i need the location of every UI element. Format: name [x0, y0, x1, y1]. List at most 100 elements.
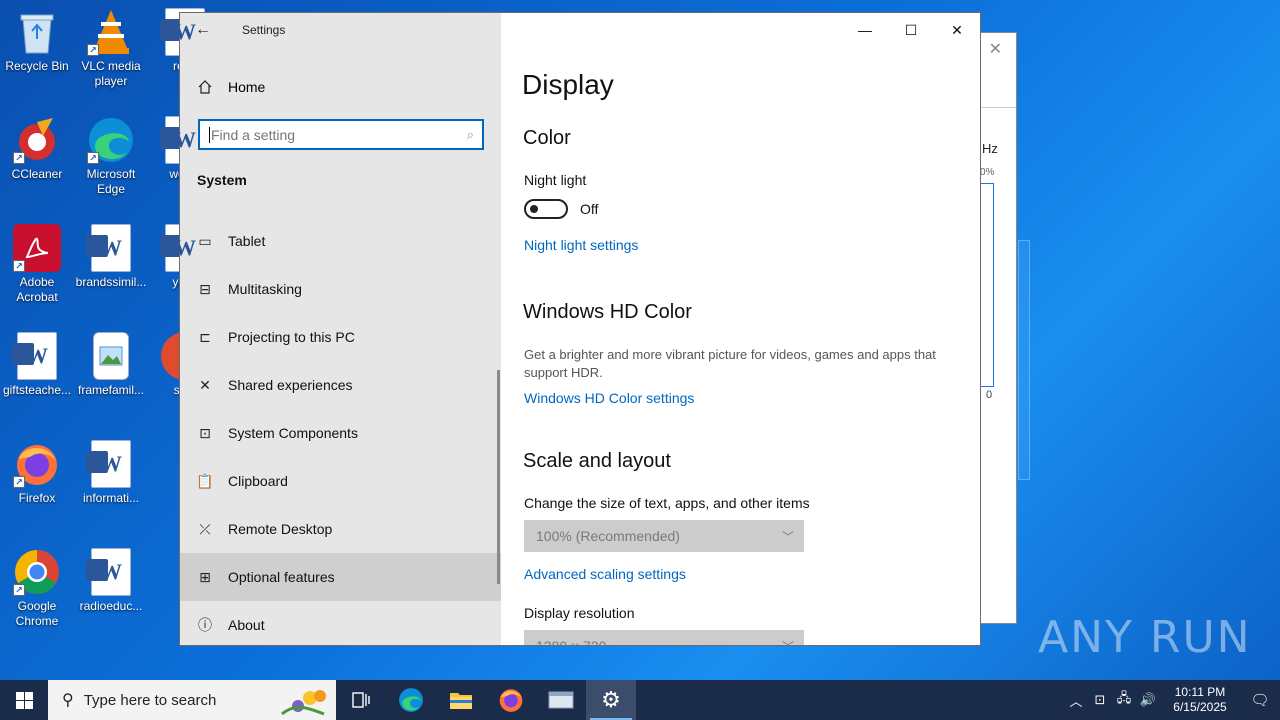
maximize-button[interactable]: ☐: [888, 13, 934, 47]
start-button[interactable]: [0, 680, 48, 720]
desktop-icon-label: Microsoft Edge: [86, 167, 136, 196]
word-document-icon: W: [86, 440, 131, 488]
scale-size-label: Change the size of text, apps, and other…: [524, 495, 810, 511]
background-window[interactable]: ✕ Hz 0% 0: [975, 32, 1017, 624]
desktop-icon-label: framefamil...: [77, 383, 144, 397]
recycle-bin-icon: [13, 8, 61, 56]
desktop-icon-adobe-acrobat[interactable]: ↗ Adobe Acrobat: [0, 224, 74, 305]
home-label: Home: [228, 79, 266, 95]
shortcut-arrow-icon: ↗: [87, 44, 99, 56]
desktop-icon-label: Recycle Bin: [5, 59, 69, 73]
desktop-icon-recycle-bin[interactable]: Recycle Bin: [0, 8, 74, 74]
meet-now-icon[interactable]: ⊡: [1088, 692, 1112, 708]
title-bar[interactable]: ← Settings: [180, 13, 501, 47]
night-light-toggle[interactable]: [524, 199, 568, 219]
scale-dropdown-value: 100% (Recommended): [536, 528, 680, 544]
minimize-button[interactable]: —: [842, 13, 888, 47]
maximize-icon: ☐: [904, 21, 918, 38]
close-icon[interactable]: ✕: [989, 39, 1002, 59]
zero-label: 0: [986, 389, 993, 401]
settings-window[interactable]: ← Settings Home Find a setting ⌕ System …: [179, 12, 981, 646]
desktop-icon-label: Google Chrome: [15, 599, 59, 628]
scale-dropdown[interactable]: 100% (Recommended) ﹀: [524, 520, 804, 552]
sidebar-item-tablet[interactable]: ▭ Tablet: [180, 217, 501, 265]
home-nav-item[interactable]: Home: [180, 71, 501, 103]
desktop-icon-label: VLC media player: [81, 59, 141, 88]
hdr-description: Get a brighter and more vibrant picture …: [524, 347, 936, 380]
clipboard-icon: 📋: [196, 472, 214, 489]
night-light-label: Night light: [524, 172, 587, 188]
taskbar-firefox[interactable]: [486, 680, 536, 720]
vlc-icon: ↗: [87, 8, 135, 56]
search-placeholder: Find a setting: [211, 126, 296, 143]
resolution-label: Display resolution: [524, 605, 635, 621]
desktop-icon-vlc[interactable]: ↗ VLC media player: [74, 8, 148, 89]
system-components-icon: ⊡: [199, 424, 211, 441]
desktop-icon-label: brandssimil...: [75, 275, 147, 289]
taskbar-app-window[interactable]: [536, 680, 586, 720]
chevron-down-icon: ﹀: [781, 530, 794, 544]
search-icon: ⚲: [62, 692, 74, 709]
sidebar-item-remote-desktop[interactable]: ⤫ Remote Desktop: [180, 505, 501, 553]
adobe-acrobat-icon: ↗: [13, 224, 61, 272]
desktop-icon-label: Firefox: [18, 491, 56, 505]
system-tray: ︿ ⊡ 🖧 🔊 10:11 PM 6/15/2025 🗨: [1064, 680, 1280, 720]
sidebar-scrollbar[interactable]: [497, 370, 500, 584]
shortcut-arrow-icon: ↗: [13, 260, 25, 272]
desktop-icon-firefox[interactable]: ↗ Firefox: [0, 440, 74, 506]
settings-content: — ☐ ✕ Display Color Night light Off Nigh…: [501, 13, 980, 645]
projecting-icon: ⊏: [199, 328, 211, 345]
sidebar-item-label: Remote Desktop: [228, 521, 333, 537]
chrome-icon: ↗: [13, 548, 61, 596]
shared-experiences-icon: ✕: [199, 376, 211, 393]
shortcut-arrow-icon: ↗: [13, 476, 25, 488]
ccleaner-icon: ↗: [13, 116, 61, 164]
sidebar-item-optional-features[interactable]: ⊞ Optional features: [180, 553, 501, 601]
scale-heading: Scale and layout: [523, 450, 671, 472]
notifications-icon[interactable]: 🗨: [1240, 691, 1280, 709]
desktop-icon-google-chrome[interactable]: ↗ Google Chrome: [0, 548, 74, 629]
clock-date: 6/15/2025: [1173, 700, 1227, 714]
desktop-icon-brandssimil[interactable]: W brandssimil...: [74, 224, 148, 290]
sidebar-item-projecting[interactable]: ⊏ Projecting to this PC: [180, 313, 501, 361]
clock-time: 10:11 PM: [1174, 685, 1226, 699]
refresh-rate-label: Hz: [982, 141, 998, 156]
chevron-up-icon[interactable]: ︿: [1064, 691, 1088, 710]
close-button[interactable]: ✕: [934, 13, 980, 47]
sidebar-item-about[interactable]: ⓘ About: [180, 601, 501, 645]
volume-icon[interactable]: 🔊: [1136, 692, 1160, 708]
sidebar-item-label: Optional features: [228, 569, 335, 585]
settings-sidebar: ← Settings Home Find a setting ⌕ System …: [180, 13, 501, 645]
clock[interactable]: 10:11 PM 6/15/2025: [1160, 685, 1240, 715]
taskbar-search-box[interactable]: ⚲ Type here to search: [48, 680, 336, 720]
hdr-settings-link[interactable]: Windows HD Color settings: [524, 390, 694, 406]
night-light-settings-link[interactable]: Night light settings: [524, 237, 638, 253]
taskbar-settings[interactable]: ⚙: [586, 680, 636, 720]
toggle-knob: [530, 205, 538, 213]
sidebar-item-system-components[interactable]: ⊡ System Components: [180, 409, 501, 457]
image-file-icon: [93, 332, 129, 380]
desktop-icon-radioeduc[interactable]: W radioeduc...: [74, 548, 148, 614]
desktop-icon-giftsteacher[interactable]: W giftsteache...: [0, 332, 74, 398]
task-view-button[interactable]: [336, 680, 386, 720]
word-document-icon: W: [86, 224, 131, 272]
shortcut-arrow-icon: ↗: [87, 152, 99, 164]
desktop-icon-ccleaner[interactable]: ↗ CCleaner: [0, 116, 74, 182]
sidebar-item-shared-experiences[interactable]: ✕ Shared experiences: [180, 361, 501, 409]
windows-logo-icon: [15, 691, 33, 709]
sidebar-item-label: Tablet: [228, 233, 266, 249]
desktop-icon-microsoft-edge[interactable]: ↗ Microsoft Edge: [74, 116, 148, 197]
search-input[interactable]: Find a setting ⌕: [198, 119, 484, 150]
taskbar-edge[interactable]: [386, 680, 436, 720]
desktop-icon-informati[interactable]: W informati...: [74, 440, 148, 506]
advanced-scaling-link[interactable]: Advanced scaling settings: [524, 566, 686, 582]
resolution-dropdown[interactable]: 1280 × 720 ﹀: [524, 630, 804, 645]
sidebar-item-clipboard[interactable]: 📋 Clipboard: [180, 457, 501, 505]
taskbar-file-explorer[interactable]: [436, 680, 486, 720]
chevron-down-icon: ﹀: [782, 638, 794, 645]
sidebar-item-multitasking[interactable]: ⊟ Multitasking: [180, 265, 501, 313]
task-view-icon: [352, 692, 370, 708]
desktop-icon-framefamil[interactable]: framefamil...: [74, 332, 148, 398]
network-icon[interactable]: 🖧: [1112, 689, 1136, 711]
firefox-icon: [499, 689, 523, 712]
